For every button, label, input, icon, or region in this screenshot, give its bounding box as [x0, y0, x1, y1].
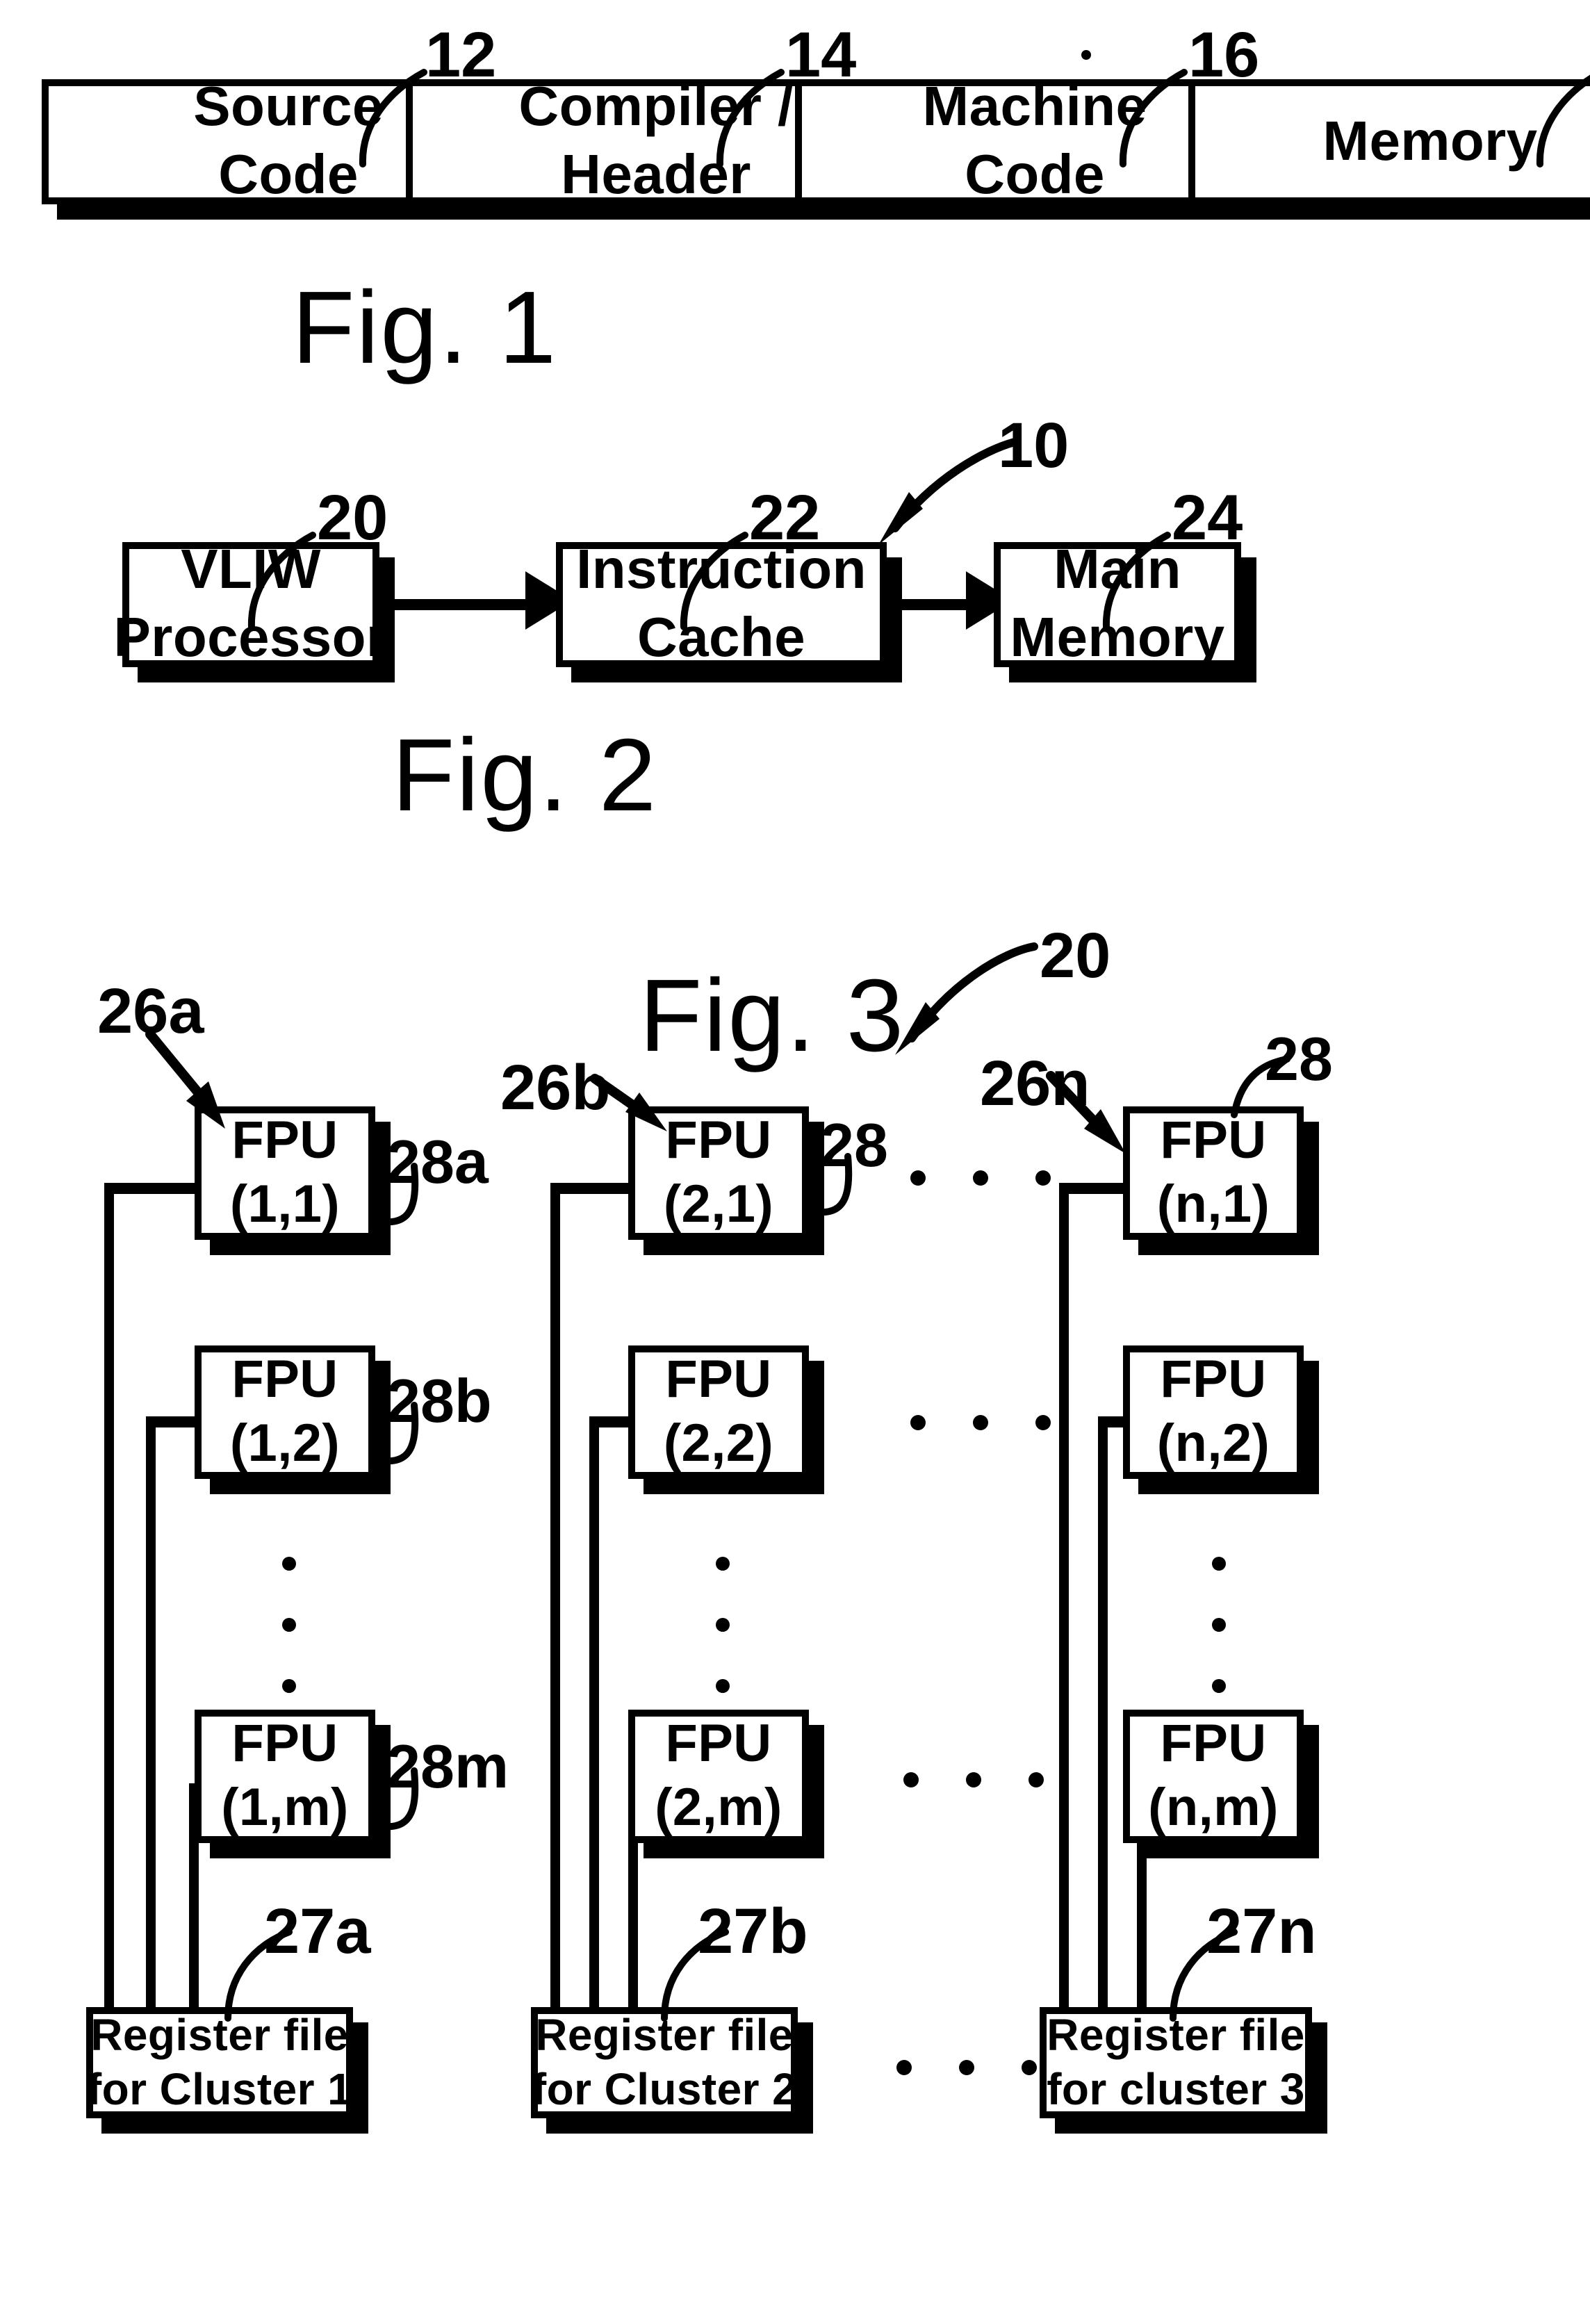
- fig2-ref-24: 24: [1172, 481, 1243, 553]
- fig3-row-2-ellipsis: [910, 1415, 1051, 1430]
- fig2-ref-20: 20: [317, 481, 388, 553]
- fig1-leader-18: [1515, 42, 1590, 167]
- fig3-ref-27n: 27n: [1206, 1895, 1317, 1967]
- fig3-fpu-1-m: FPU (1,m): [195, 1710, 375, 1843]
- fig2-connector-1: [393, 599, 539, 610]
- fig1-ref-12: 12: [425, 18, 497, 90]
- fig3-col3-bus-wire-2: [1098, 1421, 1108, 2013]
- fig3-ref-28a: 28a: [386, 1129, 489, 1197]
- fig3-col3-bus-wire-1: [1059, 1187, 1069, 2013]
- fig3-fpu-1-m-title: FPU: [231, 1715, 338, 1774]
- patent-drawing-sheet: Source Code 12 Compiler / Header 14 Mach…: [0, 0, 1590, 2324]
- fig3-fpu-2-2-title: FPU: [665, 1350, 772, 1409]
- fig3-fpu-n-m: FPU (n,m): [1123, 1710, 1304, 1843]
- fig3-fpu-2-2: FPU (2,2): [628, 1345, 809, 1479]
- fig3-fpu-n-2-index: (n,2): [1156, 1415, 1270, 1473]
- fig3-col3-vertical-ellipsis: [1212, 1557, 1226, 1693]
- fig3-col2-vertical-ellipsis: [716, 1557, 730, 1693]
- fig3-register-file-cluster-2: Register file for Cluster 2: [531, 2007, 798, 2118]
- fig3-ref-28-col3: 28: [1265, 1026, 1333, 1094]
- fig3-ref-28-col2: 28: [820, 1112, 888, 1180]
- fig3-ref-28b: 28b: [386, 1368, 492, 1436]
- fig3-ref-27b: 27b: [698, 1895, 808, 1967]
- fig3-ref-27a: 27a: [264, 1895, 371, 1967]
- fig2-ref-10: 10: [998, 409, 1069, 481]
- fig3-register-file-cluster-3-line-2: for cluster 3: [1047, 2064, 1305, 2114]
- fig3-register-file-cluster-3: Register file for cluster 3: [1040, 2007, 1312, 2118]
- fig3-fpu-2-2-index: (2,2): [663, 1415, 774, 1473]
- fig2-caption: Fig. 2: [392, 717, 658, 833]
- fig3-fpu-n-m-index: (n,m): [1148, 1779, 1279, 1838]
- fig2-ref-22: 22: [749, 481, 821, 553]
- fig3-fpu-1-2-title: FPU: [231, 1350, 338, 1409]
- fig3-col1-vertical-ellipsis: [282, 1557, 296, 1693]
- scan-speck: [1081, 50, 1091, 60]
- fig3-ref-28m: 28m: [386, 1733, 509, 1801]
- fig3-fpu-n-1-index: (n,1): [1156, 1176, 1270, 1234]
- fig3-col1-tap-1: [104, 1183, 204, 1194]
- fig3-register-file-cluster-1: Register file for Cluster 1: [86, 2007, 353, 2118]
- fig3-fpu-1-2: FPU (1,2): [195, 1345, 375, 1479]
- fig1-ref-16: 16: [1188, 18, 1260, 90]
- fig3-fpu-2-m-title: FPU: [665, 1715, 772, 1774]
- fig3-row-1-ellipsis: [910, 1170, 1051, 1186]
- fig3-col2-bus-wire-1: [550, 1187, 560, 2013]
- fig3-ref-26a: 26a: [97, 974, 204, 1047]
- fig3-fpu-1-2-index: (1,2): [229, 1415, 341, 1473]
- fig3-col1-bus-wire-2: [146, 1421, 156, 2013]
- fig3-register-file-cluster-1-line-2: for Cluster 1: [86, 2064, 353, 2114]
- fig1-caption: Fig. 1: [292, 270, 558, 385]
- fig3-row-m-ellipsis: [903, 1772, 1044, 1787]
- fig3-fpu-n-2-title: FPU: [1160, 1350, 1267, 1409]
- fig3-fpu-2-1-index: (2,1): [663, 1176, 774, 1234]
- fig3-col2-tap-1: [550, 1183, 637, 1194]
- fig3-register-file-cluster-2-line-2: for Cluster 2: [531, 2064, 798, 2114]
- fig3-fpu-2-m: FPU (2,m): [628, 1710, 809, 1843]
- fig3-caption: Fig. 3: [639, 958, 905, 1073]
- fig3-ref-26n: 26n: [980, 1047, 1090, 1119]
- fig3-fpu-n-m-title: FPU: [1160, 1715, 1267, 1774]
- fig1-ref-14: 14: [785, 18, 857, 90]
- fig3-fpu-1-1-index: (1,1): [229, 1176, 341, 1234]
- fig1-box-machine-code-line-2: Code: [965, 145, 1105, 206]
- fig3-ref-20: 20: [1040, 919, 1111, 991]
- fig1-box-memory-line-1: Memory: [1322, 111, 1538, 172]
- fig3-fpu-2-m-index: (2,m): [655, 1779, 782, 1838]
- fig3-col1-bus-wire-1: [104, 1187, 114, 2013]
- fig3-register-row-ellipsis: [896, 2060, 1037, 2075]
- fig3-ref-26b: 26b: [500, 1051, 611, 1123]
- fig3-col2-bus-wire-2: [589, 1421, 599, 2013]
- fig3-col3-tap-1: [1059, 1183, 1131, 1194]
- fig3-fpu-1-m-index: (1,m): [221, 1779, 349, 1838]
- fig3-fpu-n-2: FPU (n,2): [1123, 1345, 1304, 1479]
